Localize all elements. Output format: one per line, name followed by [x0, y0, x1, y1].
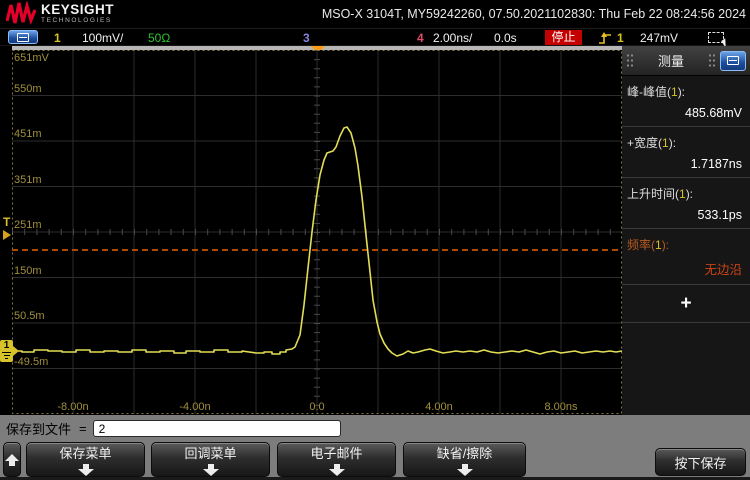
recall-menu-button[interactable]: 回调菜单: [151, 442, 270, 477]
keysight-spark-icon: [6, 1, 36, 26]
x-axis-label: 8.00ns: [544, 401, 577, 413]
brand-name: KEYSIGHT: [41, 3, 114, 17]
down-arrow-icon: [78, 464, 94, 476]
y-axis-label: 150m: [14, 265, 42, 277]
ground-icon: [2, 352, 11, 353]
measurement-panel-title: 测量: [638, 51, 704, 70]
measurement-label: 频率(1):: [627, 236, 744, 253]
y-axis-label: -49.5m: [14, 356, 48, 368]
y-axis-label: 251m: [14, 219, 42, 231]
down-arrow-icon: [457, 464, 473, 476]
channel-1-ground-marker[interactable]: 1: [0, 340, 13, 362]
measurement-label: +宽度(1):: [627, 134, 744, 151]
y-axis-label: 451m: [14, 128, 42, 140]
down-arrow-icon: [203, 464, 219, 476]
measurement-label: 峰-峰值(1):: [627, 83, 744, 100]
measurement-panel: 测量 峰-峰值(1): 485.68mV +宽度(1): 1.7187ns 上升…: [622, 46, 750, 415]
email-menu-button[interactable]: 电子邮件: [277, 442, 396, 477]
drag-grip-icon: [708, 53, 716, 69]
acquisition-status-badge: 停止: [545, 30, 582, 45]
trigger-level-value[interactable]: 247mV: [640, 31, 678, 45]
measurement-row-plus-width[interactable]: +宽度(1): 1.7187ns: [622, 127, 750, 178]
channel-1-impedance[interactable]: 50Ω: [148, 31, 170, 45]
x-axis-label: -8.00n: [57, 401, 88, 413]
measurement-row-rise-time[interactable]: 上升时间(1): 533.1ps: [622, 178, 750, 229]
trigger-level-marker[interactable]: T: [3, 215, 10, 229]
keysight-logo: KEYSIGHT TECHNOLOGIES: [6, 1, 114, 26]
y-axis-label: 50.5m: [14, 310, 45, 322]
x-axis-label: 4.00n: [425, 401, 453, 413]
measurement-value: 无边沿: [627, 253, 744, 279]
measurement-row-peak-to-peak[interactable]: 峰-峰值(1): 485.68mV: [622, 76, 750, 127]
back-up-button[interactable]: [3, 442, 21, 477]
measurement-value: 1.7187ns: [627, 151, 744, 172]
drag-grip-icon: [626, 53, 634, 69]
measurement-menu-button[interactable]: [720, 51, 746, 71]
status-bar: 1 100mV/ 50Ω 3 4 2.00ns/ 0.0s 停止 1 247mV: [0, 28, 750, 46]
hamburger-icon: [727, 56, 739, 65]
x-axis-label: -4.00n: [179, 401, 210, 413]
measurement-row-frequency[interactable]: 频率(1): 无边沿: [622, 229, 750, 285]
save-menu-button[interactable]: 保存菜单: [26, 442, 145, 477]
x-axis-label: 0.0: [309, 401, 324, 413]
title-bar: KEYSIGHT TECHNOLOGIES MSO-X 3104T, MY592…: [0, 0, 750, 28]
press-to-save-button[interactable]: 按下保存: [655, 448, 746, 476]
measurement-value: 533.1ps: [627, 202, 744, 223]
y-axis-label: 651mV: [14, 52, 49, 64]
measurement-value: 485.68mV: [627, 100, 744, 121]
region-select-icon[interactable]: [708, 32, 724, 43]
hamburger-icon: [17, 33, 29, 42]
default-erase-menu-button[interactable]: 缺省/擦除: [403, 442, 526, 477]
channel-1-scale[interactable]: 100mV/: [82, 31, 123, 45]
trigger-level-arrow-icon: [3, 230, 11, 240]
channel-1-ground-arrow-icon: [13, 346, 19, 356]
main-menu-button[interactable]: [8, 30, 38, 44]
channel-4-badge[interactable]: 4: [417, 31, 424, 45]
timebase-setting[interactable]: 2.00ns/: [433, 31, 472, 45]
waveform-grid: [12, 50, 622, 414]
down-arrow-icon: [329, 464, 345, 476]
y-axis-label: 550m: [14, 83, 42, 95]
filename-input[interactable]: [93, 420, 341, 437]
save-to-file-label: 保存到文件: [6, 419, 71, 438]
y-axis-label: 351m: [14, 174, 42, 186]
oscilloscope-screen: KEYSIGHT TECHNOLOGIES MSO-X 3104T, MY592…: [0, 0, 750, 480]
measurement-label: 上升时间(1):: [627, 185, 744, 202]
add-measurement-button[interactable]: +: [622, 285, 750, 323]
equals-sign: =: [79, 421, 87, 436]
trigger-source-badge[interactable]: 1: [617, 31, 624, 45]
softkey-menu-bar: 保存到文件 = 保存菜单 回调菜单 电子邮件 缺省/擦除 按下保存: [0, 415, 750, 480]
waveform-display: 651mV 550m 451m 351m 251m 150m 50.5m -49…: [12, 50, 622, 414]
channel-1-badge[interactable]: 1: [54, 31, 61, 45]
delay-setting[interactable]: 0.0s: [494, 31, 517, 45]
brand-subtitle: TECHNOLOGIES: [41, 18, 114, 25]
channel-3-badge[interactable]: 3: [303, 31, 310, 45]
measurement-panel-header[interactable]: 测量: [622, 46, 750, 76]
instrument-title: MSO-X 3104T, MY59242260, 07.50.202110283…: [322, 7, 746, 21]
up-arrow-icon: [5, 454, 19, 466]
